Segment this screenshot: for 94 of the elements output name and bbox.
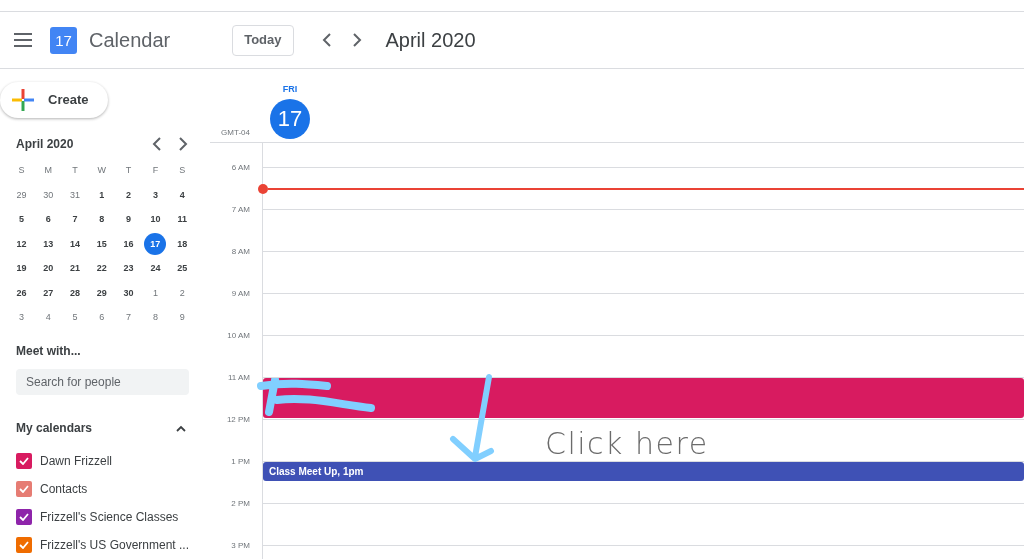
menu-icon[interactable] bbox=[14, 33, 32, 47]
hour-label: 7 AM bbox=[231, 204, 250, 214]
mini-calendar-day[interactable]: 2 bbox=[179, 286, 185, 301]
checkmark-icon bbox=[19, 457, 29, 465]
annotation-text: Click here bbox=[545, 428, 709, 460]
calendar-name: Contacts bbox=[40, 481, 88, 498]
calendar-name: Frizzell's US Government ... bbox=[40, 537, 189, 554]
mini-calendar-day[interactable]: 15 bbox=[96, 237, 107, 252]
mini-calendar-day[interactable]: 3 bbox=[18, 311, 24, 325]
create-button[interactable]: Create bbox=[0, 82, 108, 119]
date-title: April 2020 bbox=[385, 28, 476, 53]
mini-calendar-day[interactable]: 27 bbox=[43, 286, 54, 301]
collapse-icon[interactable] bbox=[176, 424, 186, 432]
calendar-logo: 17 bbox=[50, 26, 77, 54]
mini-calendar-day[interactable]: 9 bbox=[179, 311, 185, 325]
weekday-label: M bbox=[44, 164, 52, 178]
mini-calendar-day[interactable]: 18 bbox=[177, 237, 188, 252]
mini-calendar-day[interactable]: 1 bbox=[99, 188, 105, 203]
mini-calendar-day[interactable]: 4 bbox=[179, 188, 185, 203]
mini-calendar-day[interactable]: 6 bbox=[45, 213, 51, 227]
weekday-label: S bbox=[179, 164, 186, 178]
mini-calendar-day[interactable]: 26 bbox=[16, 286, 27, 301]
mini-calendar-day[interactable]: 8 bbox=[152, 311, 158, 325]
weekday-label: T bbox=[72, 164, 78, 178]
hour-label: 6 AM bbox=[231, 162, 250, 172]
calendar-checkbox[interactable] bbox=[16, 509, 32, 525]
mini-calendar-day[interactable]: 19 bbox=[16, 262, 27, 276]
mini-calendar-day[interactable]: 8 bbox=[99, 213, 105, 227]
plus-icon bbox=[12, 89, 34, 112]
mini-calendar-day[interactable]: 7 bbox=[72, 213, 78, 227]
hour-label: 10 AM bbox=[227, 330, 250, 340]
timezone-label: GMT-04 bbox=[221, 127, 250, 139]
mini-calendar-day[interactable]: 16 bbox=[123, 237, 134, 252]
checkmark-icon bbox=[19, 513, 29, 521]
mini-calendar-day[interactable]: 30 bbox=[123, 286, 134, 301]
weekday-label: S bbox=[18, 164, 25, 178]
hour-label: 1 PM bbox=[231, 456, 250, 466]
calendar-checkbox[interactable] bbox=[16, 453, 32, 469]
hour-label: 9 AM bbox=[231, 288, 250, 298]
mini-calendar-day[interactable]: 11 bbox=[177, 213, 187, 227]
mini-calendar-day[interactable]: 1 bbox=[152, 286, 158, 301]
app-title: Calendar bbox=[89, 28, 171, 53]
mini-calendar-day[interactable]: 7 bbox=[126, 311, 132, 325]
mini-calendar-day[interactable]: 3 bbox=[152, 188, 158, 203]
calendar-name: Dawn Frizzell bbox=[40, 453, 112, 470]
calendar-checkbox[interactable] bbox=[16, 481, 32, 497]
checkmark-icon bbox=[19, 485, 29, 493]
mini-calendar-day[interactable]: 12 bbox=[16, 237, 27, 252]
next-icon[interactable] bbox=[351, 33, 362, 47]
my-calendars-heading: My calendars bbox=[16, 420, 94, 437]
mini-calendar-day[interactable]: 6 bbox=[99, 311, 105, 325]
weekday-label: T bbox=[125, 164, 132, 178]
hour-label: 12 PM bbox=[226, 414, 250, 424]
next-icon[interactable] bbox=[178, 137, 188, 152]
mini-calendar-day[interactable]: 21 bbox=[70, 262, 80, 276]
weekday-label: W bbox=[97, 164, 107, 178]
mini-calendar-day[interactable]: 5 bbox=[18, 213, 24, 227]
meet-with-heading: Meet with... bbox=[16, 343, 82, 361]
checkmark-icon bbox=[19, 541, 29, 549]
mini-calendar-day[interactable]: 25 bbox=[177, 262, 188, 276]
hour-label: 8 AM bbox=[231, 246, 250, 256]
mini-calendar-day[interactable]: 23 bbox=[123, 262, 134, 276]
hour-label: 11 AM bbox=[227, 372, 250, 382]
mini-calendar-day[interactable]: 20 bbox=[43, 262, 54, 276]
previous-icon[interactable] bbox=[321, 33, 332, 47]
mini-calendar-day[interactable]: 14 bbox=[70, 237, 80, 252]
mini-calendar-title: April 2020 bbox=[16, 136, 75, 154]
calendar-checkbox[interactable] bbox=[16, 537, 32, 553]
calendar-event[interactable] bbox=[263, 378, 1024, 418]
mini-calendar-day[interactable]: 13 bbox=[43, 237, 54, 252]
today-button[interactable]: Today bbox=[232, 24, 294, 56]
search-field[interactable]: Search for people bbox=[16, 369, 189, 395]
mini-calendar-day[interactable]: 17 bbox=[144, 233, 167, 256]
hour-label: 2 PM bbox=[231, 498, 250, 508]
mini-calendar-day[interactable]: 22 bbox=[96, 262, 107, 276]
mini-calendar-day[interactable]: 4 bbox=[45, 311, 51, 325]
hour-label: 3 PM bbox=[231, 540, 250, 550]
mini-calendar-day[interactable]: 31 bbox=[70, 188, 80, 203]
mini-calendar-day[interactable]: 28 bbox=[70, 286, 80, 301]
mini-calendar-day[interactable]: 30 bbox=[43, 188, 54, 203]
mini-calendar-day[interactable]: 9 bbox=[126, 213, 132, 227]
weekday-label: F bbox=[152, 164, 159, 178]
mini-calendar-day[interactable]: 5 bbox=[72, 311, 78, 325]
mini-calendar-day[interactable]: 10 bbox=[150, 213, 161, 227]
mini-calendar-day[interactable]: 29 bbox=[96, 286, 107, 301]
arrow-icon bbox=[447, 373, 495, 465]
weekday-label: FRI bbox=[281, 83, 299, 96]
mini-calendar-day[interactable]: 24 bbox=[150, 262, 161, 276]
event-title: Class Meet Up, 1pm bbox=[269, 465, 364, 478]
previous-icon[interactable] bbox=[152, 137, 162, 152]
mini-calendar-day[interactable]: 2 bbox=[126, 188, 132, 203]
calendar-name: Frizzell's Science Classes bbox=[40, 509, 179, 526]
calendar-event[interactable]: Class Meet Up, 1pm bbox=[263, 462, 1024, 481]
mini-calendar-day[interactable]: 29 bbox=[16, 188, 27, 203]
